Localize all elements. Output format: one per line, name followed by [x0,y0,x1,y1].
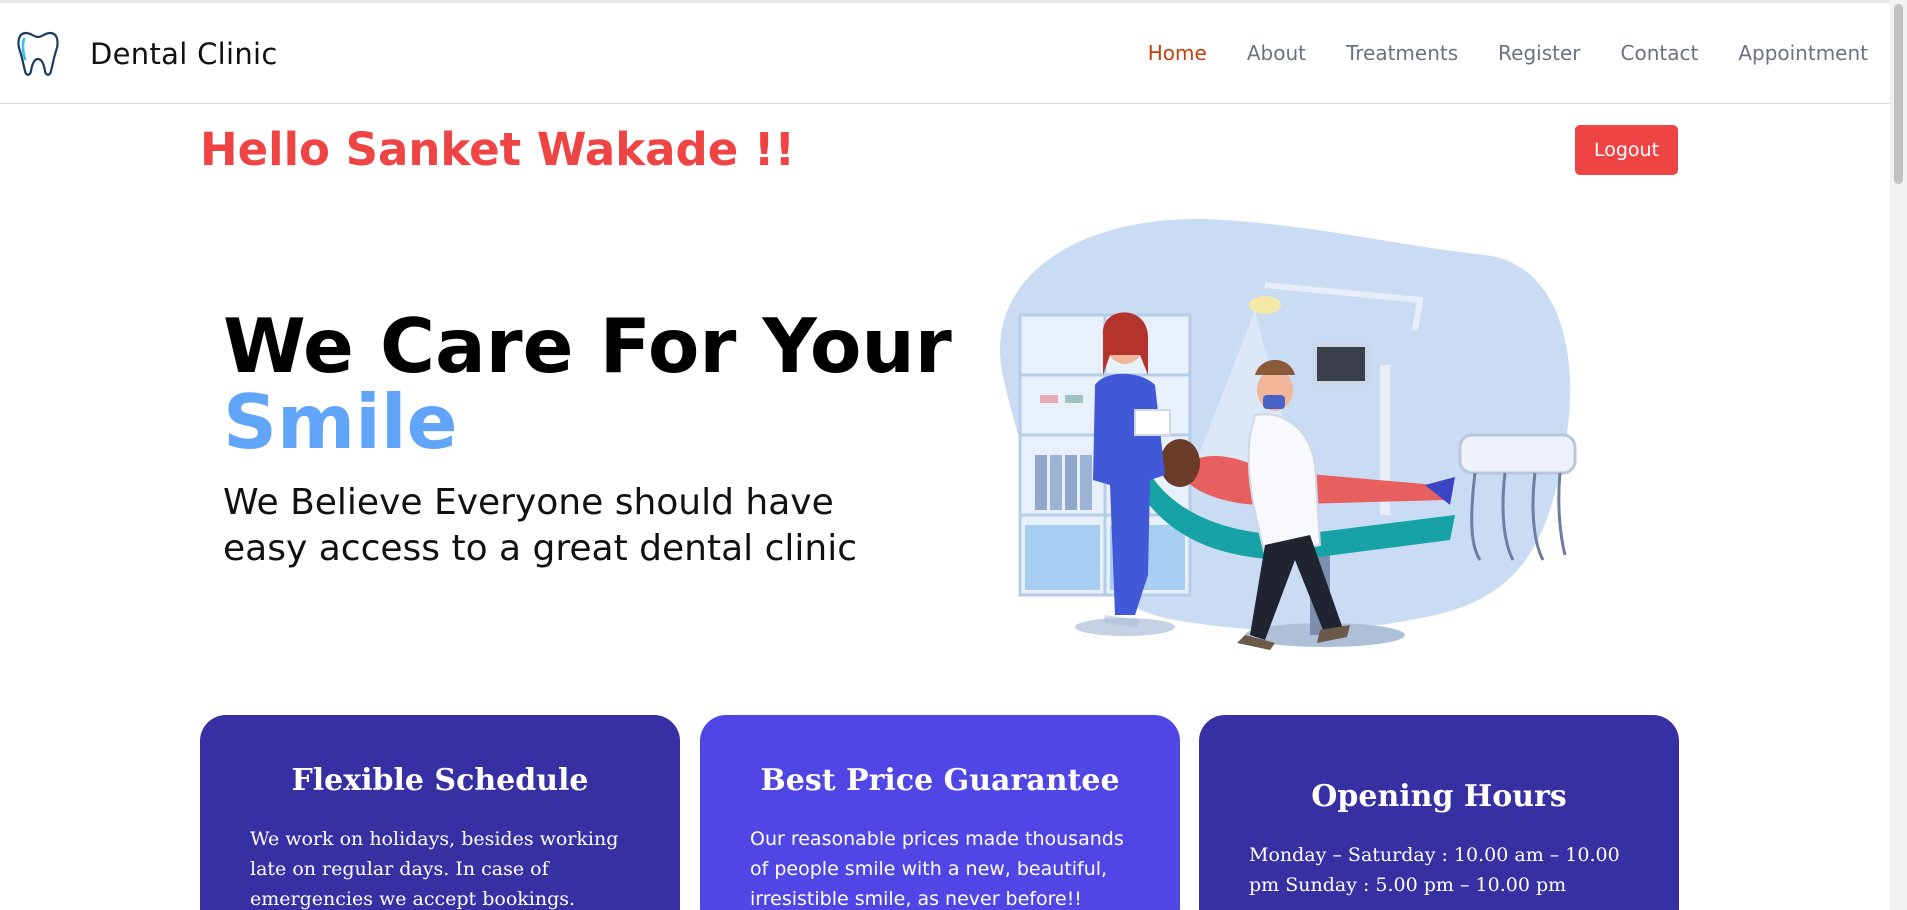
card-text: We work on holidays, besides working lat… [250,828,619,910]
card-title: Opening Hours [1311,779,1567,814]
feature-card-flexible-schedule: Flexible Schedule We work on holidays, b… [200,715,680,910]
feature-card-opening-hours: Opening Hours Monday – Saturday : 10.00 … [1199,715,1679,910]
hero-title: We Care For Your Smile [223,308,952,460]
scrollbar-thumb[interactable] [1894,4,1903,184]
nav-register[interactable]: Register [1498,41,1580,65]
hero-title-line: We Care For Your [223,302,952,390]
greeting-text: Hello Sanket Wakade !! [200,123,795,176]
nav-contact[interactable]: Contact [1621,41,1699,65]
card-text: Our reasonable prices made thousands of … [750,828,1124,910]
nav-about[interactable]: About [1247,41,1306,65]
hero-title-accent: Smile [223,378,458,466]
card-title: Flexible Schedule [291,763,589,798]
nav-treatments[interactable]: Treatments [1346,41,1458,65]
dentist-illustration [1000,218,1577,650]
nav-home[interactable]: Home [1148,41,1207,65]
hero-subtitle: We Believe Everyone should have easy acc… [223,482,858,569]
card-text: Monday – Saturday : 10.00 am – 10.00 pm … [1249,844,1620,896]
card-title: Best Price Guarantee [760,763,1120,798]
tooth-icon [17,31,59,76]
nav-appointment[interactable]: Appointment [1738,41,1868,65]
brand-name: Dental Clinic [90,37,278,71]
site-header: Dental Clinic Home About Treatments Regi… [0,3,1890,104]
logout-button[interactable]: Logout [1575,125,1678,175]
feature-card-best-price: Best Price Guarantee Our reasonable pric… [700,715,1180,910]
main-nav: Home About Treatments Register Contact A… [1108,41,1868,65]
page-scrollbar[interactable] [1890,0,1907,910]
brand[interactable]: Dental Clinic [16,29,278,79]
